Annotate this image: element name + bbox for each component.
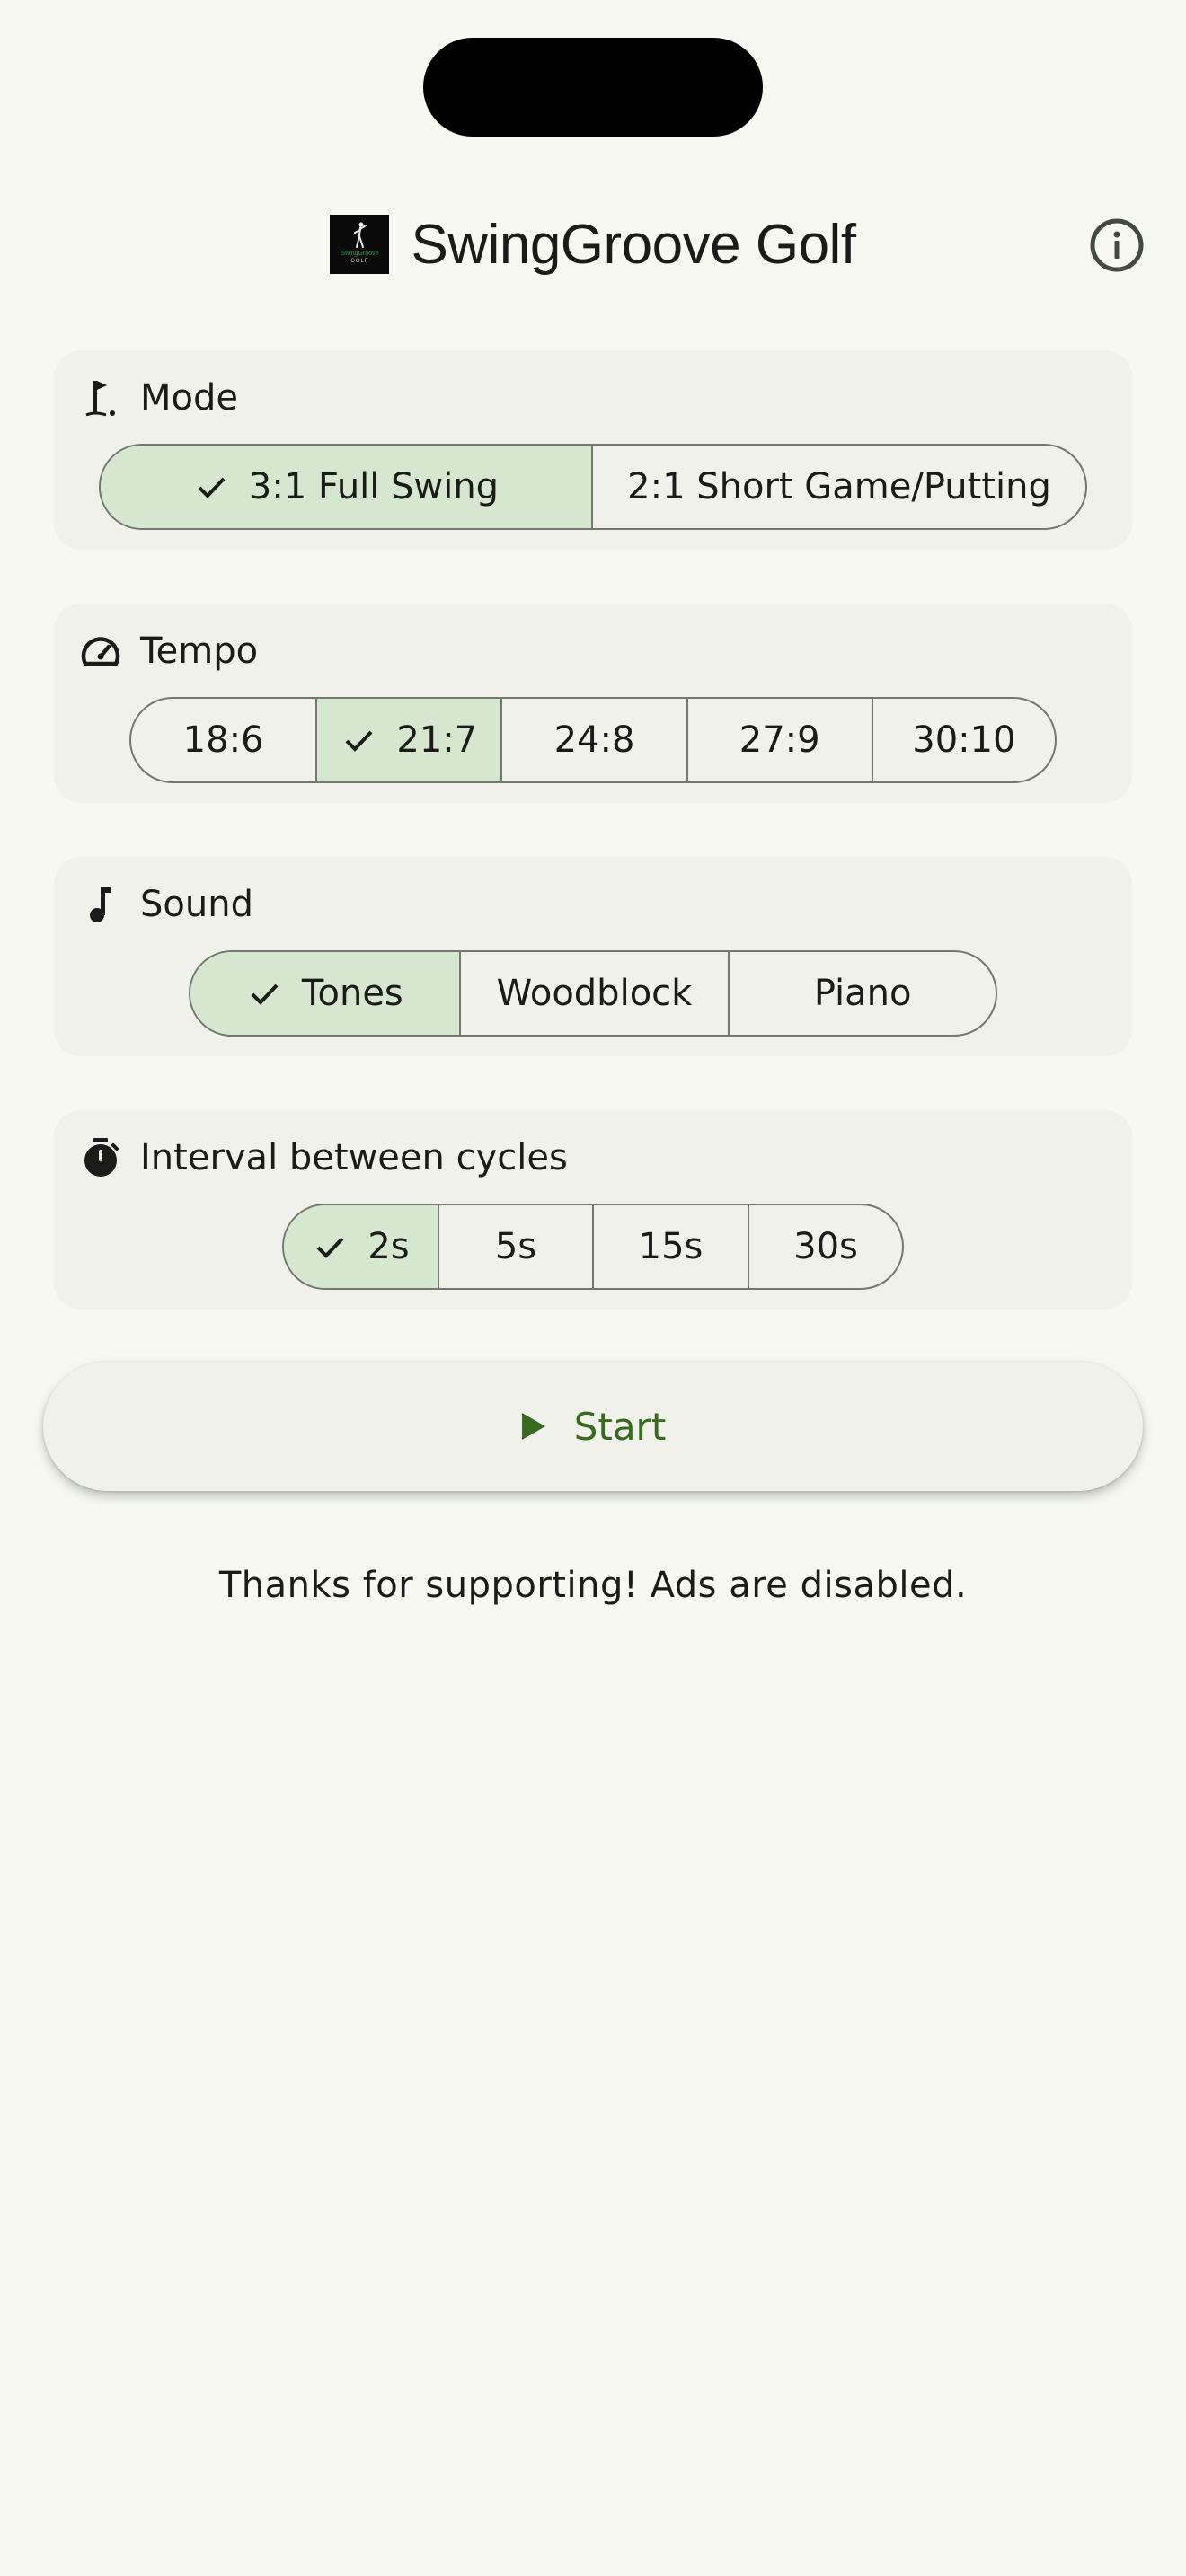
- interval-option-2s[interactable]: 2s: [284, 1205, 438, 1288]
- sound-option-woodblock[interactable]: Woodblock: [458, 952, 729, 1035]
- tempo-option-label: 21:7: [396, 719, 478, 761]
- interval-title: Interval between cycles: [140, 1137, 568, 1178]
- check-icon: [316, 1237, 344, 1258]
- tempo-segmented-control: 18:6 21:7 24:8 27:9 30:10: [129, 697, 1057, 783]
- mode-option-short-game[interactable]: 2:1 Short Game/Putting: [591, 446, 1085, 528]
- interval-option-label: 2s: [367, 1226, 410, 1267]
- sound-header: Sound: [79, 882, 253, 927]
- start-label: Start: [573, 1404, 667, 1449]
- interval-header: Interval between cycles: [79, 1135, 568, 1180]
- check-icon: [345, 730, 373, 752]
- check-icon: [251, 984, 279, 1005]
- mode-card: Mode 3:1 Full Swing 2:1 Short Game/Putti…: [54, 350, 1132, 550]
- tempo-option-30-10[interactable]: 30:10: [871, 699, 1055, 781]
- tempo-option-label: 18:6: [182, 719, 264, 761]
- info-button[interactable]: [1089, 217, 1145, 273]
- support-message: Thanks for supporting! Ads are disabled.: [218, 1565, 968, 1606]
- sound-option-tones[interactable]: Tones: [190, 952, 459, 1035]
- tempo-option-label: 30:10: [912, 719, 1016, 761]
- music-note-icon: [79, 883, 122, 926]
- interval-option-label: 30s: [793, 1226, 858, 1267]
- timer-icon: [79, 1136, 122, 1179]
- interval-option-label: 15s: [638, 1226, 704, 1267]
- logo-brand-text: SwingGroove: [341, 251, 379, 257]
- golfer-icon: [354, 222, 367, 248]
- sound-option-label: Woodblock: [496, 973, 693, 1014]
- tempo-option-27-9[interactable]: 27:9: [686, 699, 872, 781]
- mode-header: Mode: [79, 375, 238, 420]
- app-screen: SwingGroove GOLF SwingGroove Golf Mode 3…: [0, 0, 1186, 2576]
- start-button[interactable]: Start: [43, 1362, 1143, 1491]
- app-bar: SwingGroove GOLF SwingGroove Golf: [0, 199, 1186, 289]
- interval-card: Interval between cycles 2s 5s 15s 30s: [54, 1110, 1132, 1310]
- mode-option-label: 3:1 Full Swing: [248, 466, 500, 507]
- sound-segmented-control: Tones Woodblock Piano: [189, 950, 997, 1037]
- tempo-title: Tempo: [140, 631, 259, 672]
- interval-option-label: 5s: [494, 1226, 537, 1267]
- mode-option-label: 2:1 Short Game/Putting: [627, 466, 1051, 507]
- app-title: SwingGroove Golf: [411, 213, 856, 276]
- sound-card: Sound Tones Woodblock Piano: [54, 857, 1132, 1056]
- app-logo: SwingGroove GOLF: [330, 215, 390, 274]
- tempo-option-label: 24:8: [553, 719, 635, 761]
- dynamic-island: [423, 38, 763, 137]
- interval-option-15s[interactable]: 15s: [592, 1205, 748, 1288]
- interval-segmented-control: 2s 5s 15s 30s: [282, 1204, 904, 1290]
- mode-option-full-swing[interactable]: 3:1 Full Swing: [101, 446, 591, 528]
- interval-option-30s[interactable]: 30s: [748, 1205, 902, 1288]
- golf-flag-icon: [79, 376, 122, 419]
- tempo-option-21-7[interactable]: 21:7: [315, 699, 501, 781]
- mode-segmented-control: 3:1 Full Swing 2:1 Short Game/Putting: [99, 444, 1087, 530]
- tempo-option-label: 27:9: [739, 719, 820, 761]
- play-icon: [521, 1413, 545, 1440]
- tempo-card: Tempo 18:6 21:7 24:8 27:9 30:10: [54, 604, 1132, 803]
- tempo-option-18-6[interactable]: 18:6: [131, 699, 315, 781]
- tempo-option-24-8[interactable]: 24:8: [500, 699, 686, 781]
- sound-title: Sound: [140, 884, 253, 925]
- tempo-header: Tempo: [79, 629, 258, 674]
- mode-title: Mode: [140, 377, 238, 419]
- info-icon: [1090, 218, 1144, 272]
- logo-sub-text: GOLF: [350, 259, 369, 264]
- sound-option-label: Tones: [301, 973, 403, 1014]
- check-icon: [198, 477, 226, 498]
- speedometer-icon: [79, 630, 122, 673]
- title-group: SwingGroove GOLF SwingGroove Golf: [0, 199, 1186, 289]
- sound-option-label: Piano: [813, 973, 912, 1014]
- sound-option-piano[interactable]: Piano: [728, 952, 996, 1035]
- interval-option-5s[interactable]: 5s: [438, 1205, 592, 1288]
